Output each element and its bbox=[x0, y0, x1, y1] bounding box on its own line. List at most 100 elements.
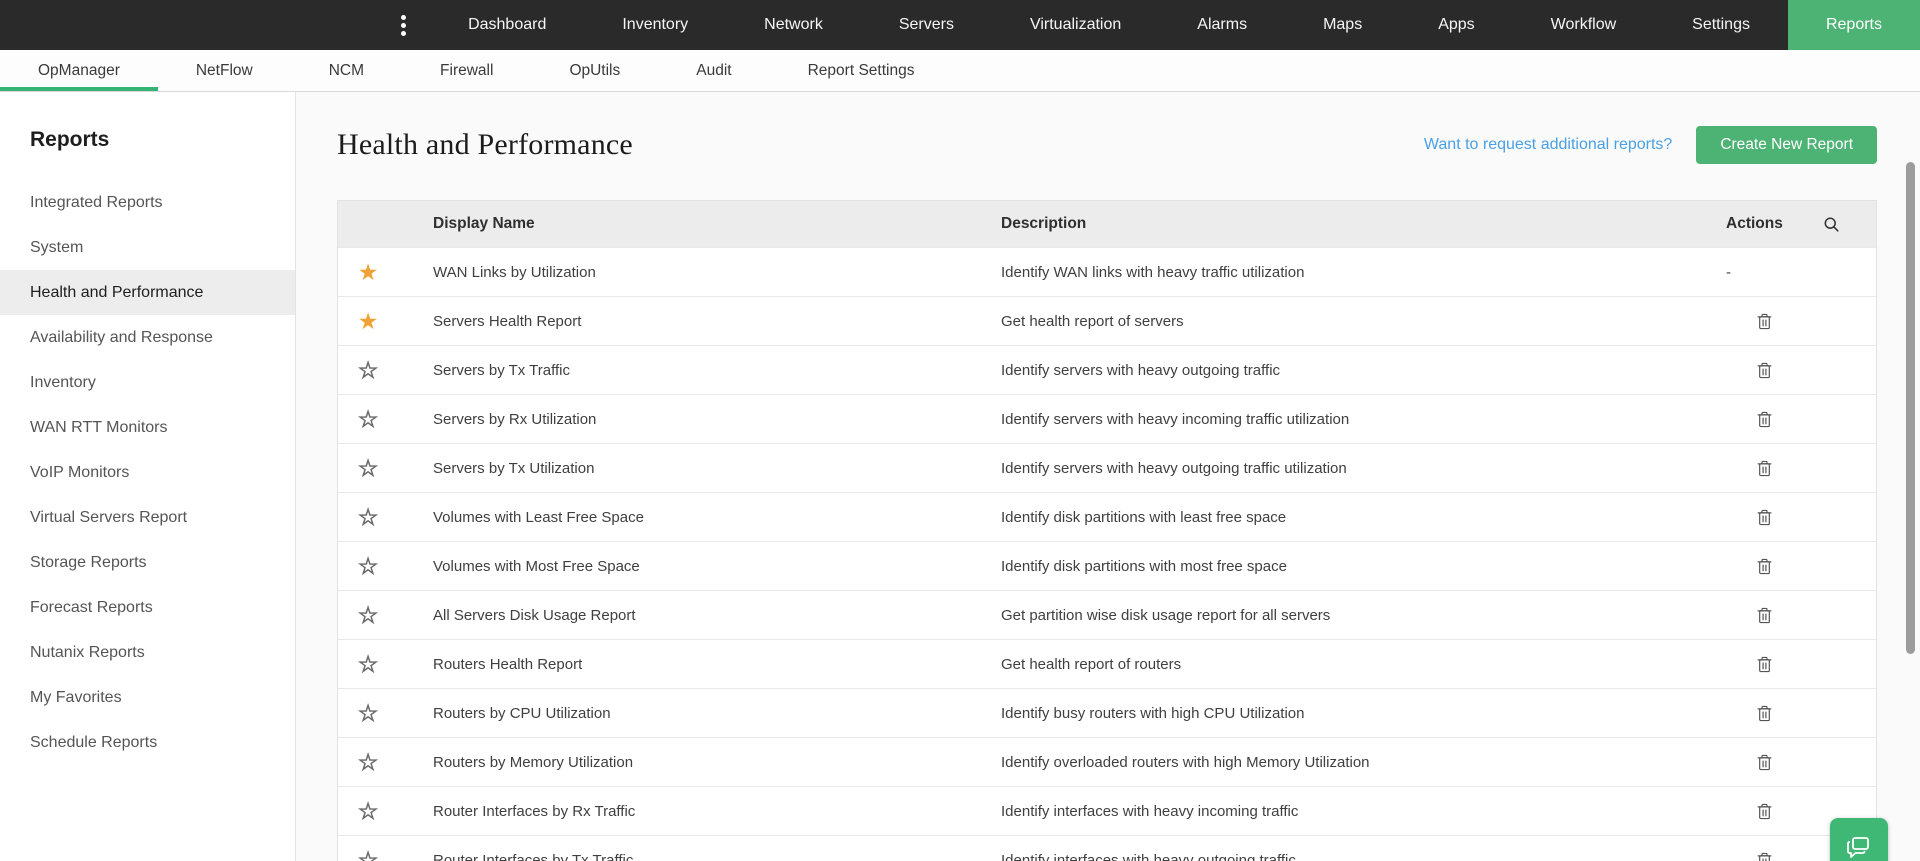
sidebar-item-schedule-reports[interactable]: Schedule Reports bbox=[0, 720, 295, 765]
table-row[interactable]: Routers by Memory Utilization Identify o… bbox=[338, 737, 1876, 786]
tab-opmanager[interactable]: OpManager bbox=[0, 50, 158, 91]
nav-item-workflow[interactable]: Workflow bbox=[1513, 0, 1655, 50]
report-name-link[interactable]: Routers by CPU Utilization bbox=[398, 705, 1001, 722]
report-name-link[interactable]: Router Interfaces by Tx Traffic bbox=[398, 852, 1001, 861]
tab-netflow[interactable]: NetFlow bbox=[158, 50, 291, 91]
tab-oputils[interactable]: OpUtils bbox=[531, 50, 658, 91]
report-name-link[interactable]: Servers by Tx Utilization bbox=[398, 460, 1001, 477]
report-description: Identify interfaces with heavy outgoing … bbox=[1001, 852, 1726, 861]
sidebar-item-integrated-reports[interactable]: Integrated Reports bbox=[0, 180, 295, 225]
report-name-link[interactable]: Routers by Memory Utilization bbox=[398, 754, 1001, 771]
delete-button[interactable] bbox=[1756, 459, 1773, 478]
star-filled-icon[interactable] bbox=[338, 310, 398, 333]
nav-item-virtualization[interactable]: Virtualization bbox=[992, 0, 1159, 50]
sidebar-item-health-and-performance[interactable]: Health and Performance bbox=[0, 270, 295, 315]
star-outline-icon[interactable] bbox=[338, 702, 398, 725]
table-row[interactable]: Routers Health Report Get health report … bbox=[338, 639, 1876, 688]
chat-widget-button[interactable] bbox=[1830, 818, 1888, 861]
tab-ncm[interactable]: NCM bbox=[291, 50, 402, 91]
sidebar-item-my-favorites[interactable]: My Favorites bbox=[0, 675, 295, 720]
nav-item-settings[interactable]: Settings bbox=[1654, 0, 1788, 50]
star-outline-icon[interactable] bbox=[338, 457, 398, 480]
sidebar-item-system[interactable]: System bbox=[0, 225, 295, 270]
nav-item-apps[interactable]: Apps bbox=[1400, 0, 1512, 50]
delete-button[interactable] bbox=[1756, 410, 1773, 429]
table-row[interactable]: Routers by CPU Utilization Identify busy… bbox=[338, 688, 1876, 737]
sidebar-item-voip-monitors[interactable]: VoIP Monitors bbox=[0, 450, 295, 495]
delete-button[interactable] bbox=[1756, 655, 1773, 674]
report-description: Identify servers with heavy outgoing tra… bbox=[1001, 362, 1726, 379]
star-outline-icon[interactable] bbox=[338, 849, 398, 861]
report-name-link[interactable]: Routers Health Report bbox=[398, 656, 1001, 673]
table-row[interactable]: Volumes with Most Free Space Identify di… bbox=[338, 541, 1876, 590]
table-row[interactable]: Servers Health Report Get health report … bbox=[338, 296, 1876, 345]
report-name-link[interactable]: Volumes with Least Free Space bbox=[398, 509, 1001, 526]
trash-icon bbox=[1756, 361, 1773, 380]
tab-report-settings[interactable]: Report Settings bbox=[770, 50, 953, 91]
table-row[interactable]: Servers by Tx Utilization Identify serve… bbox=[338, 443, 1876, 492]
star-outline-icon[interactable] bbox=[338, 359, 398, 382]
tab-audit[interactable]: Audit bbox=[658, 50, 769, 91]
table-row[interactable]: Router Interfaces by Tx Traffic Identify… bbox=[338, 835, 1876, 861]
trash-icon bbox=[1756, 753, 1773, 772]
delete-button[interactable] bbox=[1756, 508, 1773, 527]
report-name-link[interactable]: Volumes with Most Free Space bbox=[398, 558, 1001, 575]
delete-button[interactable] bbox=[1756, 557, 1773, 576]
star-outline-icon[interactable] bbox=[338, 751, 398, 774]
delete-button[interactable] bbox=[1756, 802, 1773, 821]
star-outline-icon[interactable] bbox=[338, 506, 398, 529]
request-reports-link[interactable]: Want to request additional reports? bbox=[1424, 136, 1672, 154]
delete-button[interactable] bbox=[1756, 753, 1773, 772]
trash-icon bbox=[1756, 851, 1773, 861]
table-row[interactable]: Router Interfaces by Rx Traffic Identify… bbox=[338, 786, 1876, 835]
star-outline-icon[interactable] bbox=[338, 408, 398, 431]
sidebar-item-wan-rtt-monitors[interactable]: WAN RTT Monitors bbox=[0, 405, 295, 450]
report-description: Identify servers with heavy incoming tra… bbox=[1001, 411, 1726, 428]
sidebar-item-nutanix-reports[interactable]: Nutanix Reports bbox=[0, 630, 295, 675]
table-row[interactable]: All Servers Disk Usage Report Get partit… bbox=[338, 590, 1876, 639]
kebab-menu-icon[interactable] bbox=[393, 0, 414, 50]
report-name-link[interactable]: Servers by Rx Utilization bbox=[398, 411, 1001, 428]
sidebar-item-storage-reports[interactable]: Storage Reports bbox=[0, 540, 295, 585]
table-row[interactable]: Volumes with Least Free Space Identify d… bbox=[338, 492, 1876, 541]
sidebar-item-virtual-servers-report[interactable]: Virtual Servers Report bbox=[0, 495, 295, 540]
nav-item-dashboard[interactable]: Dashboard bbox=[430, 0, 584, 50]
report-name-link[interactable]: WAN Links by Utilization bbox=[398, 264, 1001, 281]
star-outline-icon[interactable] bbox=[338, 653, 398, 676]
report-name-link[interactable]: Servers by Tx Traffic bbox=[398, 362, 1001, 379]
nav-item-maps[interactable]: Maps bbox=[1285, 0, 1400, 50]
delete-button[interactable] bbox=[1756, 606, 1773, 625]
delete-button[interactable] bbox=[1756, 361, 1773, 380]
sidebar-item-forecast-reports[interactable]: Forecast Reports bbox=[0, 585, 295, 630]
nav-item-reports[interactable]: Reports bbox=[1788, 0, 1920, 50]
report-name-link[interactable]: All Servers Disk Usage Report bbox=[398, 607, 1001, 624]
tab-firewall[interactable]: Firewall bbox=[402, 50, 531, 91]
report-name-link[interactable]: Router Interfaces by Rx Traffic bbox=[398, 803, 1001, 820]
delete-button[interactable] bbox=[1756, 312, 1773, 331]
star-filled-icon[interactable] bbox=[338, 261, 398, 284]
sidebar-item-inventory[interactable]: Inventory bbox=[0, 360, 295, 405]
trash-icon bbox=[1756, 802, 1773, 821]
delete-button[interactable] bbox=[1756, 851, 1773, 861]
nav-item-servers[interactable]: Servers bbox=[861, 0, 992, 50]
vertical-scrollbar[interactable] bbox=[1906, 162, 1915, 654]
chat-bubbles-icon bbox=[1844, 832, 1874, 861]
report-name-link[interactable]: Servers Health Report bbox=[398, 313, 1001, 330]
nav-item-inventory[interactable]: Inventory bbox=[584, 0, 726, 50]
sidebar-item-availability-and-response[interactable]: Availability and Response bbox=[0, 315, 295, 360]
sidebar-title: Reports bbox=[30, 128, 295, 152]
delete-button[interactable] bbox=[1756, 704, 1773, 723]
table-header: Display Name Description Actions bbox=[338, 201, 1876, 247]
table-row[interactable]: Servers by Rx Utilization Identify serve… bbox=[338, 394, 1876, 443]
star-outline-icon[interactable] bbox=[338, 800, 398, 823]
create-new-report-button[interactable]: Create New Report bbox=[1696, 126, 1877, 164]
nav-item-network[interactable]: Network bbox=[726, 0, 861, 50]
nav-item-alarms[interactable]: Alarms bbox=[1159, 0, 1285, 50]
search-icon[interactable] bbox=[1823, 216, 1840, 233]
table-row[interactable]: Servers by Tx Traffic Identify servers w… bbox=[338, 345, 1876, 394]
report-description: Identify busy routers with high CPU Util… bbox=[1001, 705, 1726, 722]
product-tab-bar: OpManagerNetFlowNCMFirewallOpUtilsAuditR… bbox=[0, 50, 1920, 92]
table-row[interactable]: WAN Links by Utilization Identify WAN li… bbox=[338, 247, 1876, 296]
star-outline-icon[interactable] bbox=[338, 604, 398, 627]
star-outline-icon[interactable] bbox=[338, 555, 398, 578]
